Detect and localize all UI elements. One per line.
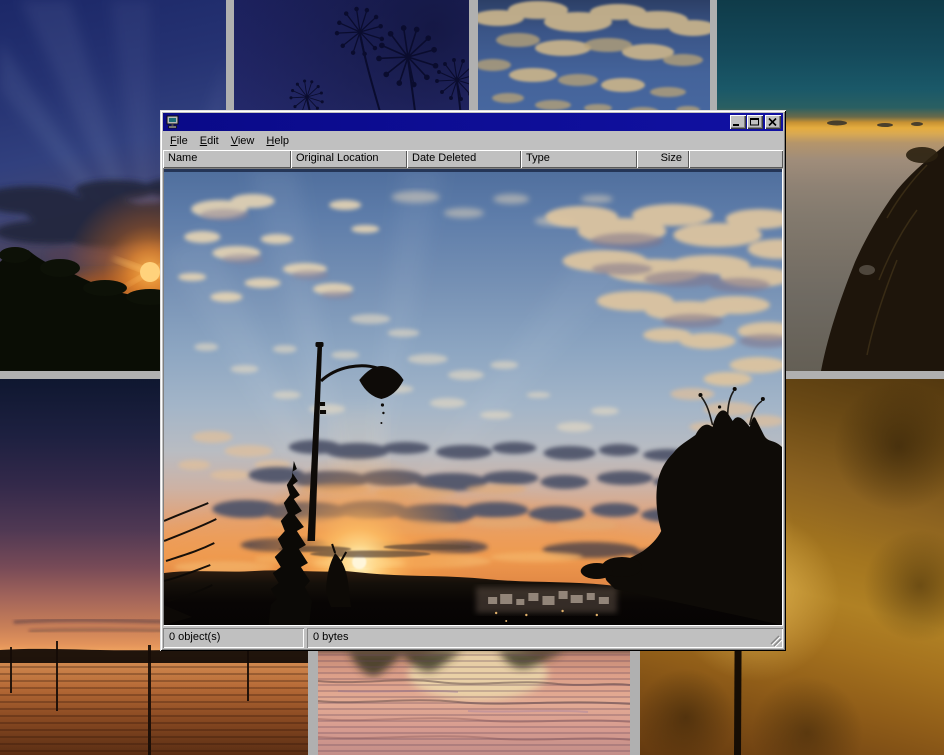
computer-icon[interactable] [165,115,181,129]
minimize-button[interactable] [730,115,746,129]
column-header-type[interactable]: Type [521,150,637,168]
status-object-count: 0 object(s) [163,628,304,648]
status-byte-count: 0 bytes [307,628,783,648]
column-header-original-location[interactable]: Original Location [291,150,407,168]
recycle-bin-window: File Edit View Help Name Original Locati… [160,110,786,651]
maximize-button[interactable] [747,115,763,129]
menu-edit[interactable]: Edit [194,133,225,149]
list-view-area[interactable] [163,168,783,626]
close-button[interactable] [765,115,781,129]
list-column-headers: Name Original Location Date Deleted Type… [163,150,783,168]
sunset-lamp-photo [164,169,782,625]
menu-view[interactable]: View [225,133,261,149]
status-bar: 0 object(s) 0 bytes [163,628,783,648]
window-titlebar[interactable] [163,113,783,131]
resize-grip-icon[interactable] [768,633,782,647]
column-header-name[interactable]: Name [163,150,291,168]
close-icon [765,115,781,129]
minimize-icon [730,115,746,129]
menu-file[interactable]: File [164,133,194,149]
menu-help[interactable]: Help [260,133,295,149]
column-header-date-deleted[interactable]: Date Deleted [407,150,521,168]
maximize-icon [747,115,763,129]
column-header-size[interactable]: Size [637,150,689,168]
column-header-filler [689,150,783,168]
menu-bar: File Edit View Help [163,132,783,150]
